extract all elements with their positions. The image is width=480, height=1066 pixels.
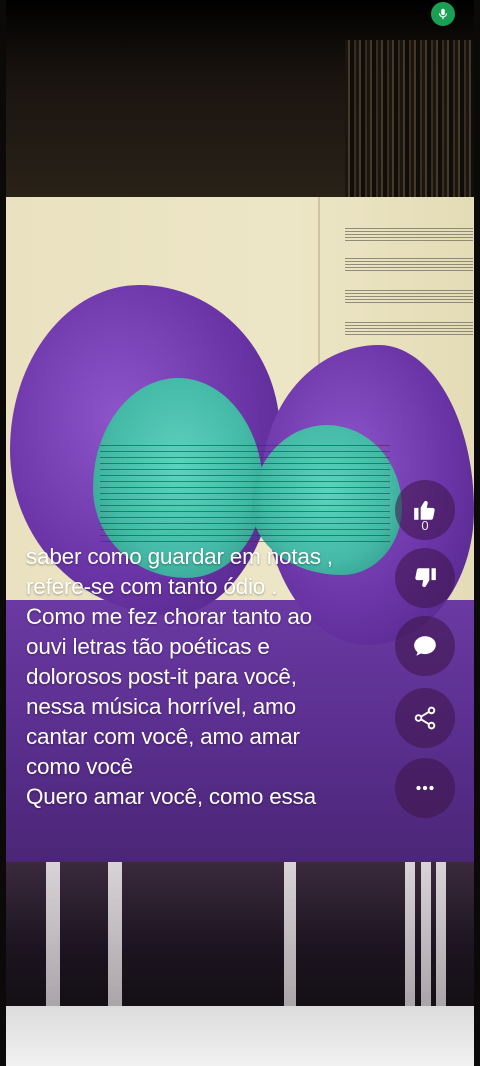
lyric-line: cantar com você, amo amar <box>26 724 300 749</box>
music-staff <box>345 322 473 336</box>
left-edge <box>0 0 6 1066</box>
music-staff <box>345 228 473 242</box>
footer-bar <box>0 1006 480 1066</box>
lyric-line: Quero amar você, como essa <box>26 784 316 809</box>
lyric-line: Como me fez chorar tanto ao <box>26 604 312 629</box>
share-button[interactable] <box>395 688 455 748</box>
share-icon <box>414 706 436 730</box>
lyrics-caption: saber como guardar em notas , refere-se … <box>26 542 406 812</box>
lyric-line: nessa música horrível, amo <box>26 694 296 719</box>
glitch-bar <box>46 862 60 1012</box>
comment-button[interactable] <box>395 616 455 676</box>
comment-icon <box>414 636 436 656</box>
lyric-line: ouvi letras tão poéticas e <box>26 634 270 659</box>
dislike-button[interactable] <box>395 548 455 608</box>
glitch-streaks <box>345 40 480 210</box>
mic-icon <box>431 2 455 26</box>
right-edge <box>474 0 480 1066</box>
more-icon <box>416 785 434 791</box>
lyric-line: saber como guardar em notas , <box>26 544 333 569</box>
lyric-line: como você <box>26 754 133 779</box>
lyric-line: dolorosos post-it para você, <box>26 664 297 689</box>
heart-music-lines <box>100 445 390 545</box>
like-count: 0 <box>421 518 429 533</box>
glitch-bar <box>405 862 415 1012</box>
glitch-bar <box>421 862 431 1012</box>
more-button[interactable] <box>395 758 455 818</box>
glitch-bar <box>436 862 446 1012</box>
thumbs-down-icon <box>415 568 436 588</box>
glitch-bar <box>108 862 122 1012</box>
music-staff <box>345 258 473 272</box>
glitch-bar <box>284 862 296 1012</box>
lyric-line: refere-se com tanto ódio . <box>26 574 278 599</box>
music-staff <box>345 290 473 304</box>
